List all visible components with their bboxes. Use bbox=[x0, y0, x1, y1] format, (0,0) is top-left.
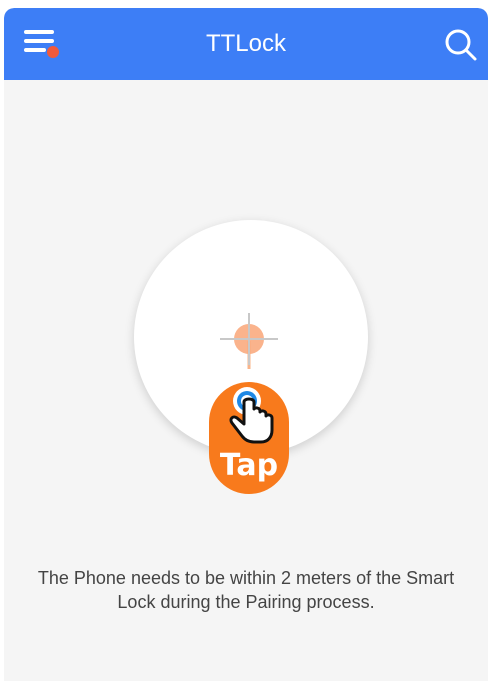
app-screen: TTLock Tap The Phone needs to be within … bbox=[4, 8, 488, 681]
hand-tap-icon bbox=[229, 387, 274, 444]
pairing-hint: The Phone needs to be within 2 meters of… bbox=[37, 568, 455, 612]
content-area: Tap The Phone needs to be within 2 meter… bbox=[4, 80, 488, 681]
page-title: TTLock bbox=[205, 30, 286, 57]
tap-label: Tap bbox=[219, 448, 279, 483]
app-bar: TTLock bbox=[4, 8, 488, 80]
search-button[interactable] bbox=[444, 28, 478, 62]
crosshair-target-icon bbox=[220, 313, 278, 369]
search-icon bbox=[445, 29, 477, 61]
menu-button[interactable] bbox=[24, 30, 64, 60]
notification-dot bbox=[47, 46, 59, 58]
tap-button[interactable]: Tap bbox=[209, 382, 289, 494]
